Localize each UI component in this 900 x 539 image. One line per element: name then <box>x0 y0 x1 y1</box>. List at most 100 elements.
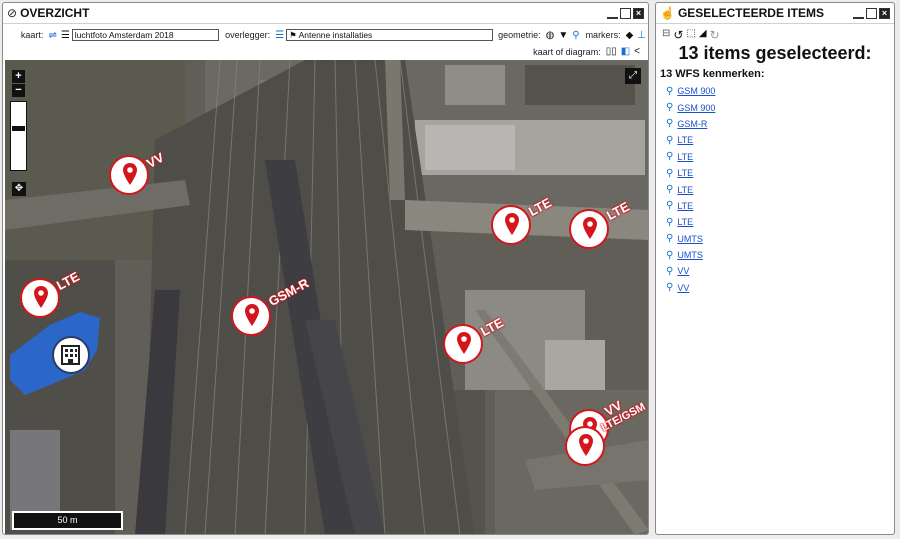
map-pin-icon: ⚲ <box>666 233 674 245</box>
map-pin-icon: ⚲ <box>666 200 674 212</box>
list-item: ⚲ VV <box>666 280 715 296</box>
zoom-slider-thumb[interactable] <box>12 126 25 131</box>
map-marker-icon <box>583 217 597 239</box>
diagram-icon[interactable]: ◧ <box>621 46 630 57</box>
geometrie-label: geometrie: <box>498 30 541 40</box>
feature-link[interactable]: LTE <box>677 135 693 145</box>
list-item: ⚲ LTE <box>666 149 715 165</box>
antenna-marker[interactable] <box>565 426 605 466</box>
feature-link[interactable]: LTE <box>677 185 693 195</box>
kaart-field[interactable]: luchtfoto Amsterdam 2018 <box>71 29 220 41</box>
wfs-features-heading: 13 WFS kenmerken: <box>660 68 765 80</box>
fullscreen-icon[interactable]: ⤢ <box>625 68 641 84</box>
overlegger-label: overlegger: <box>225 30 271 40</box>
feature-link[interactable]: LTE <box>677 217 693 227</box>
antenna-marker[interactable] <box>491 205 531 245</box>
collapse-icon[interactable]: ⊟ <box>662 28 670 42</box>
feature-link[interactable]: LTE <box>677 168 693 178</box>
select-box-icon[interactable]: ⬚ <box>686 28 695 42</box>
kaart-label: kaart: <box>20 30 44 40</box>
selected-titlebar: ☝ GESELECTEERDE ITEMS × <box>656 3 894 24</box>
maximize-button[interactable] <box>866 7 877 19</box>
feature-link[interactable]: GSM-R <box>677 119 707 129</box>
map-pin-icon: ⚲ <box>666 118 674 130</box>
map-icon[interactable]: ▯▯ <box>606 46 617 57</box>
antenna-marker[interactable] <box>443 324 483 364</box>
list-item: ⚲ GSM-R <box>666 116 715 132</box>
feature-link[interactable]: LTE <box>677 201 693 211</box>
close-button[interactable]: × <box>633 7 644 19</box>
list-icon[interactable]: ☰ <box>61 30 70 41</box>
feature-link[interactable]: LTE <box>677 152 693 162</box>
map-pin-icon: ⚲ <box>666 282 674 294</box>
list-item: ⚲ GSM 900 <box>666 99 715 115</box>
redo-icon[interactable]: ↻ <box>710 28 720 42</box>
list-item: ⚲ LTE <box>666 132 715 148</box>
compass-icon: ⊘ <box>7 6 18 20</box>
list-item: ⚲ LTE <box>666 214 715 230</box>
view-toolbar: kaart of diagram: ▯▯ ◧ < <box>3 44 648 59</box>
scale-bar: 50 m <box>12 511 123 530</box>
map-pin-icon: ⚲ <box>666 134 674 146</box>
map-pin-icon: ⚲ <box>666 184 674 196</box>
antenna-marker[interactable] <box>109 155 149 195</box>
map-pin-icon: ⚲ <box>666 151 674 163</box>
map-pin-icon: ⚲ <box>666 102 674 114</box>
thumbtack-icon[interactable]: ⊥ <box>637 30 646 41</box>
pan-icon[interactable]: ✥ <box>12 182 26 196</box>
selected-items-list: ⚲ GSM 900 ⚲ GSM 900 ⚲ GSM-R ⚲ LTE ⚲ LTE ⚲ LTE … <box>666 83 715 296</box>
filter-icon[interactable]: ▼ <box>558 30 568 41</box>
selection-heading: 13 items geselecteerd: <box>678 43 872 63</box>
map-pin-icon: ⚲ <box>666 85 674 97</box>
zoom-out-button[interactable]: − <box>12 84 25 97</box>
antenna-marker[interactable] <box>569 209 609 249</box>
aerial-photo <box>5 60 648 534</box>
feature-link[interactable]: UMTS <box>677 234 703 244</box>
feature-link[interactable]: VV <box>677 283 689 293</box>
feature-link[interactable]: VV <box>677 266 689 276</box>
globe-icon[interactable]: ◍ <box>546 30 555 41</box>
markers-label: markers: <box>585 30 621 40</box>
list-item: ⚲ LTE <box>666 181 715 197</box>
layers-icon[interactable]: ⇌ <box>48 30 56 41</box>
list-item: ⚲ UMTS <box>666 247 715 263</box>
map-toolbar: kaart: ⇌ ☰ luchtfoto Amsterdam 2018 over… <box>3 26 648 44</box>
antenna-marker[interactable] <box>231 296 271 336</box>
selected-items-panel: ☝ GESELECTEERDE ITEMS × ⊟ ↺ ⬚ ◢ ↻ 13 ite… <box>655 2 895 535</box>
map-view[interactable]: + − ✥ ⤢ 50 m VV LTE LTE LTE GSM-R LTE VV… <box>5 60 648 534</box>
share-icon[interactable]: < <box>634 46 640 57</box>
map-pin-icon[interactable]: ⚲ <box>572 30 579 41</box>
map-marker-icon <box>123 163 137 185</box>
list-item: ⚲ UMTS <box>666 231 715 247</box>
feature-link[interactable]: GSM 900 <box>677 86 715 96</box>
minimize-button[interactable] <box>607 10 618 19</box>
selected-title: GESELECTEERDE ITEMS <box>677 6 824 20</box>
feature-link[interactable]: UMTS <box>677 250 703 260</box>
map-marker-icon <box>505 213 519 235</box>
overlay-list-icon[interactable]: ☰ <box>275 30 284 41</box>
map-marker-icon <box>579 434 593 456</box>
list-item: ⚲ LTE <box>666 198 715 214</box>
feature-link[interactable]: GSM 900 <box>677 103 715 113</box>
building-marker[interactable] <box>52 336 90 374</box>
map-marker-icon <box>457 332 471 354</box>
eraser-icon[interactable]: ◢ <box>699 28 707 42</box>
zoom-slider[interactable] <box>10 101 27 171</box>
undo-icon[interactable]: ↺ <box>673 28 683 42</box>
hand-pointer-icon: ☝ <box>660 6 675 20</box>
overview-title: OVERZICHT <box>20 6 90 20</box>
building-icon <box>61 345 80 365</box>
zoom-in-button[interactable]: + <box>12 70 25 83</box>
antenna-marker[interactable] <box>20 278 60 318</box>
close-button[interactable]: × <box>879 7 890 19</box>
map-pin-icon: ⚲ <box>666 216 674 228</box>
map-marker-icon <box>245 304 259 326</box>
overview-panel: ⊘ OVERZICHT × kaart: ⇌ ☰ luchtfoto Amste… <box>2 2 649 535</box>
minimize-button[interactable] <box>853 10 864 19</box>
overlegger-field[interactable]: ⚑ Antenne installaties <box>286 29 494 41</box>
tags-icon[interactable]: ◆ <box>626 30 634 41</box>
map-pin-icon: ⚲ <box>666 167 674 179</box>
maximize-button[interactable] <box>620 7 631 19</box>
list-item: ⚲ VV <box>666 263 715 279</box>
map-marker-icon <box>34 286 48 308</box>
